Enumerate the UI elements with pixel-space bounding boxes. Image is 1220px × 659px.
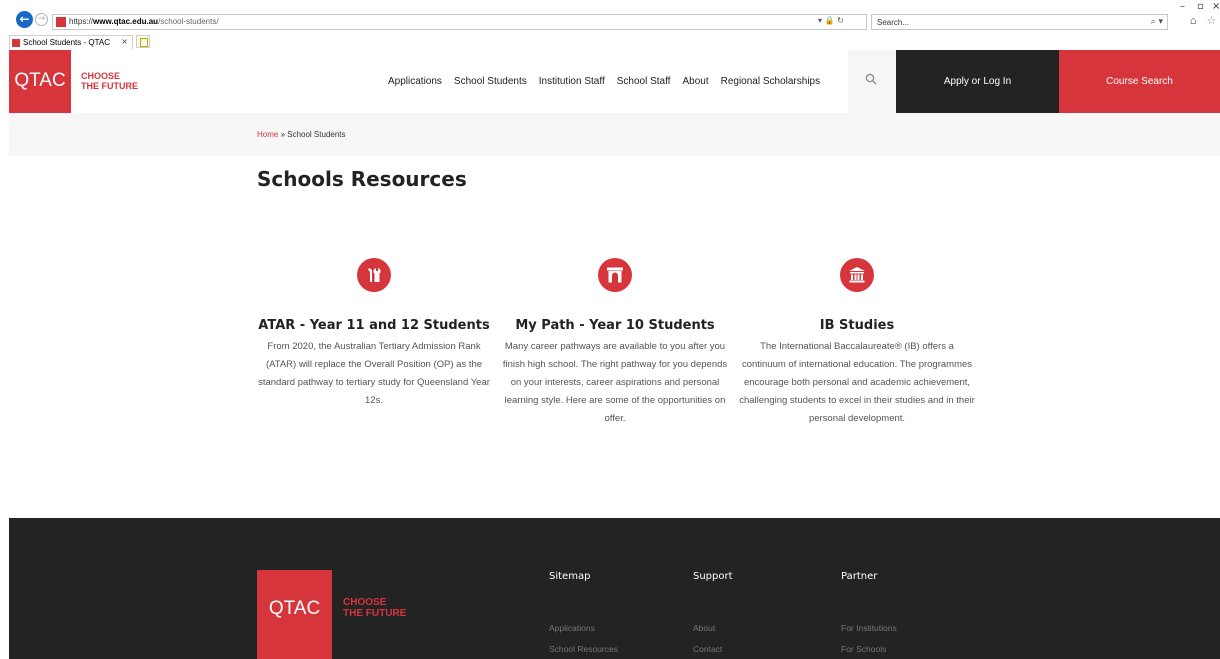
url-host: www.qtac.edu.au: [93, 17, 159, 26]
tab-title: School Students - QTAC: [23, 38, 110, 47]
tab-favicon-icon: [12, 39, 20, 47]
footer-link[interactable]: School Resources: [549, 644, 618, 655]
site-footer: QTAC CHOOSE THE FUTURE Sitemap Applicati…: [9, 518, 1220, 659]
main-navigation: Applications School Students Institution…: [388, 75, 820, 88]
browser-tab[interactable]: School Students - QTAC ×: [9, 35, 133, 49]
minimize-icon[interactable]: –: [1180, 2, 1185, 12]
footer-heading: Support: [693, 571, 733, 582]
card-title[interactable]: ATAR - Year 11 and 12 Students: [249, 317, 499, 334]
nav-applications[interactable]: Applications: [388, 75, 442, 88]
breadcrumb-current: School Students: [287, 130, 346, 139]
search-icon: [865, 73, 877, 88]
card-description: The International Baccalaureate® (IB) of…: [739, 341, 975, 424]
search-icon[interactable]: ⌕ ▾: [1151, 16, 1163, 28]
apply-login-button[interactable]: Apply or Log In: [896, 50, 1059, 113]
footer-link[interactable]: For Schools: [841, 644, 897, 655]
card-title[interactable]: My Path - Year 10 Students: [490, 317, 740, 334]
new-tab-icon[interactable]: [136, 35, 150, 48]
site-favicon-icon: [56, 17, 66, 27]
close-window-icon[interactable]: ×: [1212, 2, 1220, 12]
page-title: Schools Resources: [257, 167, 467, 191]
card-ib-studies[interactable]: IB Studies The International Baccalaurea…: [732, 258, 982, 428]
footer-logo-text: QTAC: [268, 598, 321, 619]
footer-link[interactable]: For Institutions: [841, 623, 897, 634]
logo-text: QTAC: [14, 70, 66, 91]
tools-icon: [357, 258, 391, 292]
restore-icon[interactable]: ▫: [1197, 2, 1204, 12]
address-bar[interactable]: https://www.qtac.edu.au/school-students/: [52, 14, 867, 30]
breadcrumb-home-link[interactable]: Home: [257, 130, 278, 139]
url-scheme: https://: [69, 17, 94, 26]
nav-school-staff[interactable]: School Staff: [617, 75, 671, 88]
browser-search-box[interactable]: ⌕ ▾: [871, 14, 1168, 30]
footer-link[interactable]: Contact: [693, 644, 733, 655]
footer-col-partner: Partner For Institutions For Schools: [841, 570, 897, 655]
footer-col-support: Support About Contact: [693, 570, 733, 655]
footer-heading: Partner: [841, 571, 878, 582]
footer-link[interactable]: About: [693, 623, 733, 634]
footer-tagline: CHOOSE THE FUTURE: [343, 597, 406, 619]
logo-tagline[interactable]: CHOOSE THE FUTURE: [81, 71, 138, 91]
archway-icon: [598, 258, 632, 292]
browser-search-input[interactable]: [872, 15, 1132, 29]
footer-heading: Sitemap: [549, 571, 591, 582]
course-search-button[interactable]: Course Search: [1059, 50, 1220, 113]
footer-link[interactable]: Applications: [549, 623, 618, 634]
footer-col-sitemap: Sitemap Applications School Resources: [549, 570, 618, 655]
card-description: From 2020, the Australian Tertiary Admis…: [258, 341, 490, 406]
address-url[interactable]: https://www.qtac.edu.au/school-students/: [69, 16, 219, 28]
tab-close-icon[interactable]: ×: [121, 36, 128, 48]
card-atar[interactable]: ATAR - Year 11 and 12 Students From 2020…: [249, 258, 499, 410]
tagline-line-2: THE FUTURE: [81, 81, 138, 91]
card-my-path[interactable]: My Path - Year 10 Students Many career p…: [490, 258, 740, 428]
nav-institution-staff[interactable]: Institution Staff: [539, 75, 605, 88]
site-header: QTAC CHOOSE THE FUTURE Applications Scho…: [9, 50, 1220, 113]
home-favorites-icons[interactable]: ⌂ ☆: [1190, 15, 1219, 27]
breadcrumb: Home » School Students: [257, 129, 346, 140]
footer-tagline-line-1: CHOOSE: [343, 597, 387, 608]
url-path: /school-students/: [158, 17, 219, 26]
breadcrumb-separator: »: [278, 130, 288, 139]
footer-logo[interactable]: QTAC: [257, 570, 332, 659]
forward-arrow-icon[interactable]: →: [35, 13, 48, 26]
nav-school-students[interactable]: School Students: [454, 75, 527, 88]
back-arrow-icon[interactable]: ←: [16, 11, 33, 28]
nav-regional-scholarships[interactable]: Regional Scholarships: [721, 75, 821, 88]
nav-about[interactable]: About: [682, 75, 708, 88]
address-actions[interactable]: ▾ 🔒 ↻: [818, 15, 844, 27]
card-description: Many career pathways are available to yo…: [502, 341, 728, 424]
card-title[interactable]: IB Studies: [732, 317, 982, 334]
footer-tagline-line-2: THE FUTURE: [343, 608, 407, 619]
institution-icon: [840, 258, 874, 292]
header-search-button[interactable]: [848, 50, 896, 113]
qtac-logo[interactable]: QTAC: [9, 50, 71, 113]
tagline-line-1: CHOOSE: [81, 71, 121, 81]
breadcrumb-band: Home » School Students: [9, 113, 1220, 156]
browser-chrome: ← → https://www.qtac.edu.au/school-stude…: [0, 0, 1220, 50]
